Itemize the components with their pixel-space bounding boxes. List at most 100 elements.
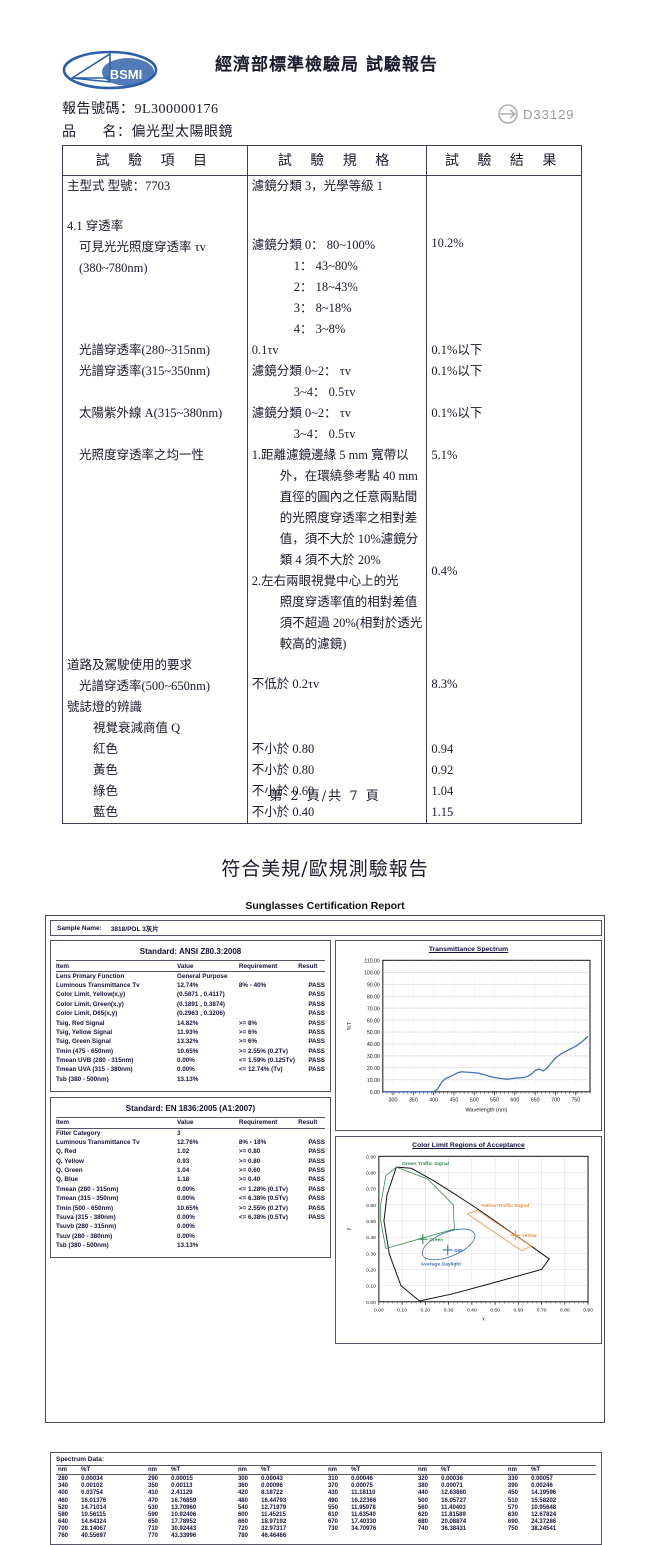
svg-text:300: 300 [389, 1098, 398, 1104]
cell-nm: 490 [327, 1497, 338, 1504]
cell-pct: 10.95648 [531, 1504, 557, 1511]
svg-text:50.00: 50.00 [367, 1030, 380, 1036]
cell-pct: 40.55697 [81, 1533, 107, 1540]
cell-nm: 290 [147, 1475, 158, 1482]
cell-requirement: >= 6% [238, 1038, 258, 1046]
cell-value: 12.76% [177, 1138, 199, 1146]
cell-pct: 11.18110 [351, 1490, 376, 1497]
svg-text:60.00: 60.00 [367, 1018, 380, 1024]
sd-col-pct: %T [531, 1464, 596, 1476]
svg-text:550: 550 [490, 1098, 499, 1104]
uv315-spec-line1: 濾鏡分類 0~2： τv [251, 364, 351, 378]
red-item: 紅色 [93, 742, 119, 756]
test-report-table: 試 驗 項 目 試 驗 規 格 試 驗 結 果 主型式 型號：7703 4.1 … [62, 145, 582, 824]
svg-text:0.80: 0.80 [366, 1170, 376, 1176]
cell-nm: 670 [327, 1519, 338, 1526]
table-row: 光照度穿透率之均一性 1.距離濾鏡邊緣 5 mm 寬帶以 外，在環繞參考點 40… [62, 445, 582, 655]
cell-pct [441, 1533, 506, 1540]
svg-text:400: 400 [429, 1098, 438, 1104]
table-row: 紅色 不小於 0.80 0.94 [62, 739, 582, 760]
uv280-item: 光譜穿透率(280~315nm) [79, 343, 211, 357]
cell-result [298, 972, 325, 982]
cell-nm: 350 [147, 1483, 158, 1490]
svg-text:0.00: 0.00 [370, 1090, 380, 1096]
red-result: 0.94 [431, 742, 454, 756]
cell-pct: 24.37286 [531, 1519, 557, 1526]
transmittance-plot: 0.00 10.00 20.00 30.00 40.00 50.00 60.00 70.00 8… [347, 958, 591, 1114]
cell-value: 13.13% [177, 1075, 199, 1083]
cell-item: Tsig, Red Signal [56, 1019, 105, 1027]
svg-text:D65: D65 [454, 1248, 463, 1254]
cell-value: General Purpose [177, 972, 228, 980]
cell-item: Tsb (380 - 500nm) [56, 1242, 109, 1249]
table-row: Lens Primary Function General Purpose [56, 972, 325, 982]
column-header-spec: 試 驗 規 格 [246, 145, 428, 176]
table-row: Color Limit, D65(x,y) (0.2963 , 0.3206) PA… [56, 1010, 325, 1019]
cell-pct: 34.70976 [351, 1526, 377, 1533]
cell-pct: 46.46466 [261, 1533, 287, 1540]
cell-pct: 16.05727 [441, 1497, 467, 1504]
cell-result: PASS [308, 1010, 325, 1018]
svg-text:BSMI: BSMI [110, 67, 143, 82]
cell-result: PASS [308, 1038, 325, 1046]
cell-pct: 20.08874 [441, 1519, 467, 1526]
svg-text:0.70: 0.70 [537, 1308, 547, 1314]
q-item: 視覺衰減商值 Q [93, 721, 181, 735]
cell-requirement: >= 0.80 [238, 1148, 261, 1156]
cell-pct: 0.00246 [531, 1483, 553, 1490]
cell-pct: 15.58202 [531, 1497, 557, 1504]
cell-pct: 17.40330 [351, 1519, 377, 1526]
svg-text:20.00: 20.00 [367, 1066, 380, 1072]
cell-nm: 390 [507, 1483, 518, 1490]
blue-result: 1.15 [431, 805, 454, 819]
svg-text:700: 700 [551, 1098, 560, 1104]
table-row: 640 14.64324 650 17.78952 660 18.97192 670 17.4… [56, 1519, 596, 1526]
cell-requirement [239, 1000, 298, 1009]
standards-column: Standard: ANSI Z80.3:2008 Item Value Req… [50, 940, 331, 1263]
cell-item: Tsuva (315 - 380nm) [56, 1213, 116, 1221]
tv-spec-cat3: 3： 8~18% [293, 301, 352, 315]
cell-result: PASS [308, 1047, 325, 1055]
cell-pct: 12.67824 [531, 1511, 557, 1518]
cell-value: 13.32% [177, 1038, 199, 1046]
svg-text:0.70: 0.70 [366, 1187, 376, 1193]
uniformity-spec-1f: 類 4 須不大於 20% [279, 553, 381, 567]
cell-pct: 8.18722 [261, 1490, 283, 1497]
cell-value: (0.1891 , 0.3874) [177, 1000, 226, 1008]
table-row: 340 0.00102 350 0.00113 360 0.00096 370 0.00075… [56, 1483, 596, 1490]
cell-pct: 12.63860 [441, 1490, 467, 1497]
tv-spec-cat1: 1： 43~80% [293, 259, 358, 273]
ansi-col-item: Item [56, 960, 178, 972]
svg-text:450: 450 [449, 1098, 458, 1104]
cell-nm: 310 [327, 1475, 338, 1482]
d-mark-icon [498, 104, 518, 124]
cell-item: Tsuv (280 - 380nm) [56, 1232, 113, 1240]
sd-col-pct: %T [171, 1464, 236, 1476]
cell-item: Color Limit, Green(x,y) [56, 1000, 124, 1008]
svg-text:90.00: 90.00 [367, 982, 380, 988]
cell-pct: 0.00102 [81, 1483, 103, 1490]
cell-pct: 18.97192 [261, 1519, 287, 1526]
cell-nm: 480 [237, 1497, 248, 1504]
cell-nm: 660 [237, 1519, 248, 1526]
svg-text:Yellow: Yellow [522, 1233, 537, 1239]
cell-pct: 11.40403 [441, 1504, 466, 1511]
table-row: Q, Blue 1.18 >= 0.40 PASS [56, 1176, 325, 1185]
product-name-value: 偏光型太陽眼鏡 [131, 125, 233, 140]
road-result: 8.3% [431, 677, 458, 691]
cell-nm: 520 [58, 1504, 69, 1511]
cell-result [298, 1232, 325, 1241]
svg-text:30.00: 30.00 [367, 1054, 380, 1060]
spectrum-data-table: nm %T nm %T nm %T nm %T nm %T nm %T 280 0.00034 290 0.… [56, 1464, 596, 1540]
tv-spec-cat2: 2： 18~43% [293, 280, 358, 294]
en-heading: Standard: EN 1836:2005 (A1:2007) [125, 1103, 256, 1113]
yellow-spec: 不小於 0.80 [251, 763, 315, 777]
svg-text:0.30: 0.30 [444, 1308, 454, 1314]
table-row: Tsig, Red Signal 14.82% >= 8% PASS [56, 1019, 325, 1028]
cell-value: 0.00% [177, 1213, 195, 1221]
cell-item: Q, Red [56, 1148, 77, 1156]
svg-text:Average Daylight: Average Daylight [421, 1261, 462, 1267]
